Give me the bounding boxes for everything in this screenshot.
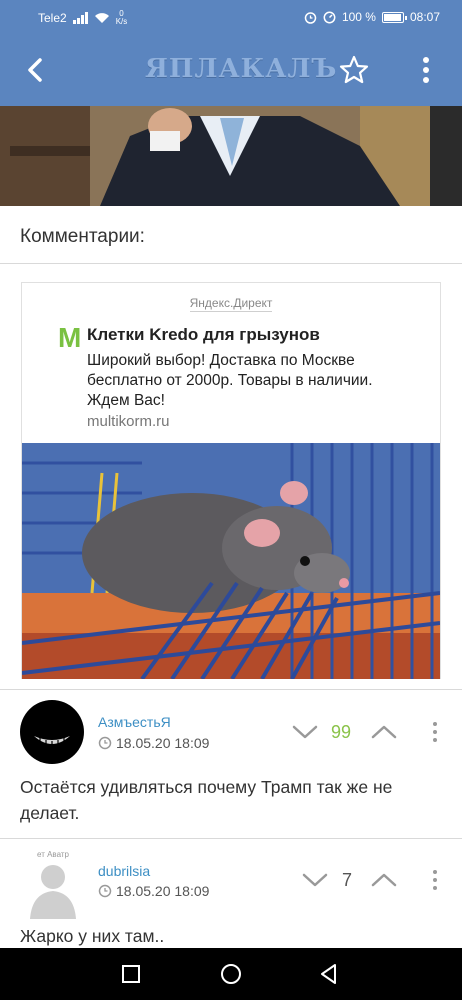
battery-icon xyxy=(381,11,407,23)
overflow-menu-icon[interactable] xyxy=(416,54,436,86)
status-bar: Tele2 0 K/s 100 % 08:07 xyxy=(0,0,462,34)
carrier-name: Tele2 xyxy=(38,11,67,25)
comment-item: ет Аватр dubrilsia 18.05.20 18:09 7 Жарк… xyxy=(0,839,462,948)
avatar[interactable] xyxy=(20,700,84,764)
vote-down-icon[interactable] xyxy=(290,722,320,742)
comment-item: АзмъестьЯ 18.05.20 18:09 99 Остаётся уди… xyxy=(0,690,462,838)
ad-card[interactable]: Яндекс.Директ M Клетки Kredo для грызуно… xyxy=(21,282,441,679)
comment-author[interactable]: АзмъестьЯ xyxy=(98,714,171,730)
system-nav-bar xyxy=(0,948,462,1000)
back-button[interactable] xyxy=(20,54,52,86)
comments-title: Комментарии: xyxy=(20,226,145,247)
star-icon[interactable] xyxy=(338,54,370,86)
speedometer-icon xyxy=(323,11,336,23)
comment-more-icon[interactable] xyxy=(430,720,440,744)
back-nav-icon[interactable] xyxy=(317,962,341,986)
avatar-caption: ет Аватр xyxy=(37,850,70,859)
comment-more-icon[interactable] xyxy=(430,868,440,892)
ad-title[interactable]: Клетки Kredo для грызунов xyxy=(87,325,320,345)
vote-up-icon[interactable] xyxy=(369,722,399,742)
ad-source-label[interactable]: Яндекс.Директ xyxy=(22,296,440,312)
comment-author[interactable]: dubrilsia xyxy=(98,863,150,879)
comment-text: Остаётся удивляться почему Трамп так же … xyxy=(20,777,393,823)
comment-score: 7 xyxy=(341,870,352,890)
alarm-icon xyxy=(304,11,317,24)
comment-text: Жарко у них там.. xyxy=(20,926,165,946)
ad-domain[interactable]: multikorm.ru xyxy=(87,413,170,430)
clock-icon xyxy=(98,736,112,750)
app-bar: ЯПЛАКАЛЪ xyxy=(0,34,462,106)
vote-down-icon[interactable] xyxy=(300,870,330,890)
divider xyxy=(0,263,462,264)
comment-meta: 18.05.20 18:09 xyxy=(98,735,209,751)
recents-icon[interactable] xyxy=(119,962,143,986)
battery-percent: 100 % xyxy=(341,10,376,24)
comment-date: 18.05.20 18:09 xyxy=(116,735,210,751)
comment-date: 18.05.20 18:09 xyxy=(116,883,210,899)
site-logo[interactable]: ЯПЛАКАЛЪ xyxy=(145,54,337,84)
ad-description: Широкий выбор! Доставка по Москве беспла… xyxy=(87,352,373,409)
ad-logo: M xyxy=(58,322,82,353)
signal-icon xyxy=(72,12,88,24)
article-photo[interactable] xyxy=(0,106,462,206)
comment-score: 99 xyxy=(330,722,352,742)
home-icon[interactable] xyxy=(219,962,243,986)
ad-image[interactable] xyxy=(22,443,440,679)
avatar[interactable]: ет Аватр xyxy=(18,847,88,919)
clock-icon xyxy=(98,884,112,898)
wifi-icon xyxy=(94,13,109,23)
network-speed: 0 K/s xyxy=(115,9,128,26)
comment-meta: 18.05.20 18:09 xyxy=(98,883,209,899)
vote-up-icon[interactable] xyxy=(369,870,399,890)
clock: 08:07 xyxy=(409,10,440,24)
